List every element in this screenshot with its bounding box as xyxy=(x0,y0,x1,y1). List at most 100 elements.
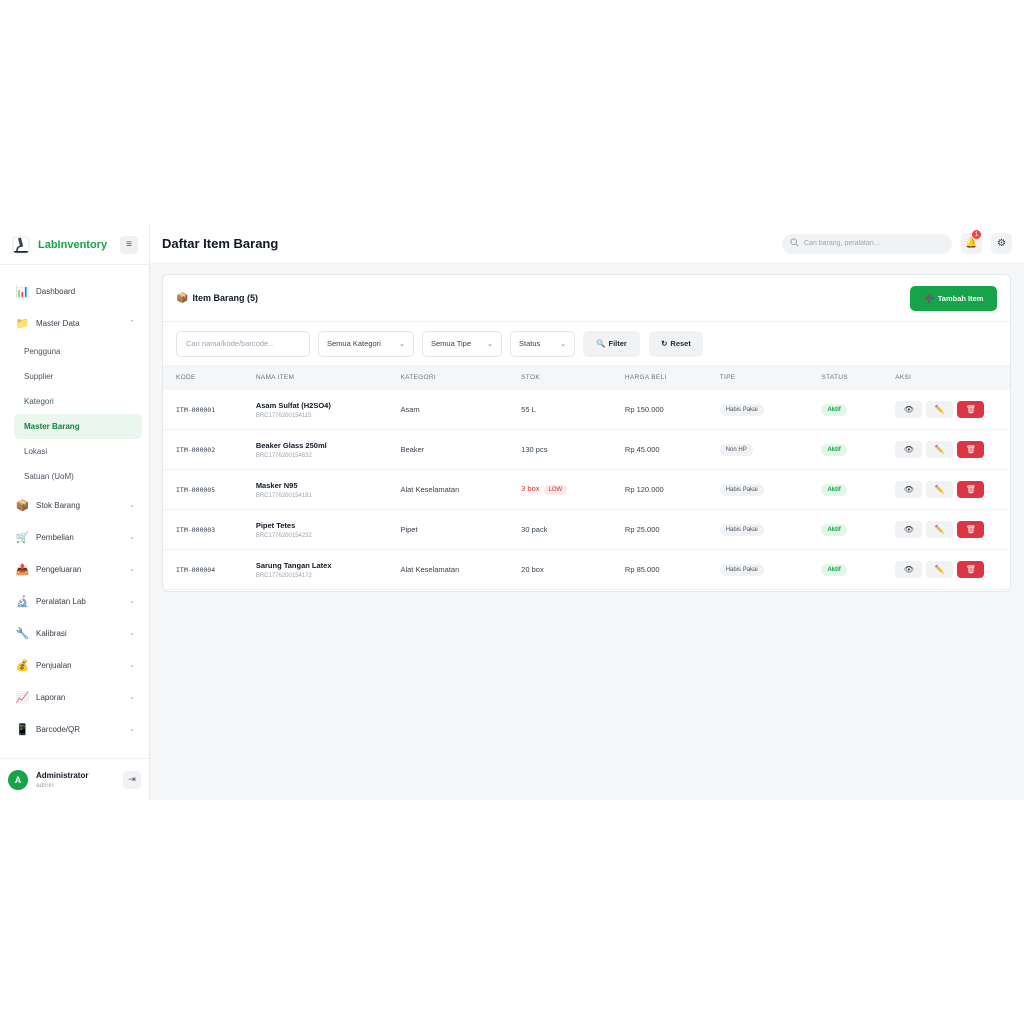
column-header[interactable]: HARGA BELI xyxy=(625,374,720,381)
item-name-cell: Asam Sulfat (H2SO4) BRC1776200154115 xyxy=(256,401,401,419)
avatar[interactable]: A xyxy=(8,769,28,790)
reset-button[interactable]: ↻ Reset xyxy=(649,330,703,357)
view-button[interactable]: 👁 xyxy=(895,561,923,578)
sidebar-item-label: Dashboard xyxy=(36,286,76,296)
chart-up-icon: 📈 xyxy=(15,691,30,704)
bar-chart-icon: 📊 xyxy=(15,285,30,298)
add-item-label: Tambah Item xyxy=(937,293,984,303)
type-badge: Non HP xyxy=(719,443,753,456)
column-header[interactable]: KODE xyxy=(163,374,256,381)
delete-button[interactable]: 🗑 xyxy=(957,441,985,458)
status-badge: Aktif xyxy=(821,483,847,496)
sidebar-item-laporan[interactable]: 📈 Laporan ⌄ xyxy=(0,681,149,713)
column-header[interactable]: KATEGORI xyxy=(400,374,521,381)
delete-button[interactable]: 🗑 xyxy=(957,561,985,578)
notification-button[interactable]: 🔔 1 xyxy=(961,230,982,254)
table-row[interactable]: ITM-000001 Asam Sulfat (H2SO4) BRC177620… xyxy=(163,390,1010,430)
pencil-icon: ✏️ xyxy=(934,525,945,534)
sidebar-subitem-supplier[interactable]: Supplier xyxy=(14,364,142,389)
items-card: 📦 Item Barang (5) ➕ Tambah Item Semua Ka… xyxy=(162,274,1011,592)
table-row[interactable]: ITM-000002 Beaker Glass 250ml BRC1776200… xyxy=(163,430,1010,470)
sidebar-item-dashboard[interactable]: 📊 Dashboard xyxy=(0,275,149,307)
tool-icon: 🔧 xyxy=(15,627,30,640)
filter-button[interactable]: 🔍 Filter xyxy=(583,330,640,357)
view-button[interactable]: 👁 xyxy=(895,521,923,538)
delete-button[interactable]: 🗑 xyxy=(957,481,985,498)
view-button[interactable]: 👁 xyxy=(895,401,923,418)
edit-button[interactable]: ✏️ xyxy=(926,521,954,538)
sidebar-item-label: Pengeluaran xyxy=(36,564,82,574)
sidebar-item-pembelian[interactable]: 🛒 Pembelian ⌄ xyxy=(0,521,149,553)
item-name-cell: Beaker Glass 250ml BRC1776200154632 xyxy=(256,441,401,459)
user-role: admin xyxy=(36,781,54,789)
plus-icon: ➕ xyxy=(923,292,935,303)
search-icon: 🔍 xyxy=(596,339,606,348)
item-barcode: BRC1776200154632 xyxy=(255,452,312,459)
trash-icon: 🗑 xyxy=(965,485,976,494)
card-title-text: Item Barang (5) xyxy=(192,293,258,303)
sidebar-item-kalibrasi[interactable]: 🔧 Kalibrasi ⌄ xyxy=(0,617,149,649)
item-stock-cell: 55 L xyxy=(521,405,625,414)
sidebar-item-master-data[interactable]: 📁 Master Data ⌃ xyxy=(0,307,149,339)
kategori-select[interactable]: Semua Kategori ⌄ xyxy=(318,330,414,357)
row-actions: 👁 ✏️ 🗑 xyxy=(895,521,1010,538)
sidebar-item-label: Peralatan Lab xyxy=(36,596,86,606)
menu-toggle-icon[interactable]: ≡ xyxy=(120,235,138,254)
add-item-button[interactable]: ➕ Tambah Item xyxy=(910,285,997,311)
view-button[interactable]: 👁 xyxy=(895,481,923,498)
notification-badge: 1 xyxy=(972,230,981,239)
status-select-value: Status xyxy=(519,339,541,348)
column-header[interactable]: STOK xyxy=(521,374,625,381)
sidebar-subitem-pengguna[interactable]: Pengguna xyxy=(14,339,142,364)
sidebar-subitem-lokasi[interactable]: Lokasi xyxy=(14,439,142,464)
item-status-cell: Aktif xyxy=(821,483,895,496)
refresh-icon: ↻ xyxy=(661,339,668,348)
cart-icon: 🛒 xyxy=(15,531,30,544)
search-icon xyxy=(790,238,799,249)
filter-search-input[interactable] xyxy=(186,339,300,348)
sidebar-subitem-master-barang[interactable]: Master Barang xyxy=(14,414,142,439)
delete-button[interactable]: 🗑 xyxy=(957,521,985,538)
table-row[interactable]: ITM-000003 Pipet Tetes BRC1776200154232 … xyxy=(163,510,1010,550)
logout-icon[interactable]: ⇥ xyxy=(123,770,141,789)
item-status-cell: Aktif xyxy=(821,523,895,536)
chevron-down-icon: ⌄ xyxy=(399,340,405,348)
column-header[interactable]: STATUS xyxy=(821,374,895,381)
filter-search-field[interactable] xyxy=(176,330,310,357)
column-header[interactable]: NAMA ITEM xyxy=(256,374,401,381)
delete-button[interactable]: 🗑 xyxy=(957,401,985,418)
sidebar-subitem-satuan[interactable]: Satuan (UoM) xyxy=(14,464,142,489)
column-header[interactable]: TIPE xyxy=(720,374,822,381)
type-badge: Habis Pakai xyxy=(719,483,764,496)
search-input[interactable] xyxy=(804,240,944,247)
item-barcode: BRC1776200154181 xyxy=(255,492,312,499)
eye-icon: 👁 xyxy=(903,405,914,414)
topbar: Daftar Item Barang 🔔 1 ⚙ xyxy=(150,225,1024,262)
sidebar-item-pengeluaran[interactable]: 📤 Pengeluaran ⌄ xyxy=(0,553,149,585)
eye-icon: 👁 xyxy=(903,565,914,574)
main-content: Daftar Item Barang 🔔 1 ⚙ 📦 Item Barang (… xyxy=(150,225,1024,800)
global-search[interactable] xyxy=(782,233,952,254)
card-header: 📦 Item Barang (5) ➕ Tambah Item xyxy=(163,275,1010,322)
item-status-cell: Aktif xyxy=(821,403,895,416)
edit-button[interactable]: ✏️ xyxy=(926,481,954,498)
status-select[interactable]: Status ⌄ xyxy=(510,330,575,357)
edit-button[interactable]: ✏️ xyxy=(926,441,954,458)
item-name-cell: Sarung Tangan Latex BRC1776200154172 xyxy=(256,561,401,579)
sidebar-item-peralatan-lab[interactable]: 🔬 Peralatan Lab ⌄ xyxy=(0,585,149,617)
item-category: Beaker xyxy=(400,445,425,454)
settings-button[interactable]: ⚙ xyxy=(991,233,1012,254)
sidebar-item-barcode-qr[interactable]: 📱 Barcode/QR ⌄ xyxy=(0,713,149,745)
item-code: ITM-000005 xyxy=(176,485,216,494)
sidebar-item-penjualan[interactable]: 💰 Penjualan ⌄ xyxy=(0,649,149,681)
tipe-select[interactable]: Semua Tipe ⌄ xyxy=(422,330,502,357)
view-button[interactable]: 👁 xyxy=(895,441,923,458)
sidebar-item-stok-barang[interactable]: 📦 Stok Barang ⌄ xyxy=(0,489,149,521)
edit-button[interactable]: ✏️ xyxy=(926,401,954,418)
sidebar-subitem-kategori[interactable]: Kategori xyxy=(14,389,142,414)
table-row[interactable]: ITM-000005 Masker N95 BRC1776200154181 A… xyxy=(163,470,1010,510)
brand-bar: LabInventory ≡ xyxy=(0,225,149,265)
table-row[interactable]: ITM-000004 Sarung Tangan Latex BRC177620… xyxy=(163,550,1010,590)
edit-button[interactable]: ✏️ xyxy=(926,561,954,578)
money-bag-icon: 💰 xyxy=(15,659,30,672)
